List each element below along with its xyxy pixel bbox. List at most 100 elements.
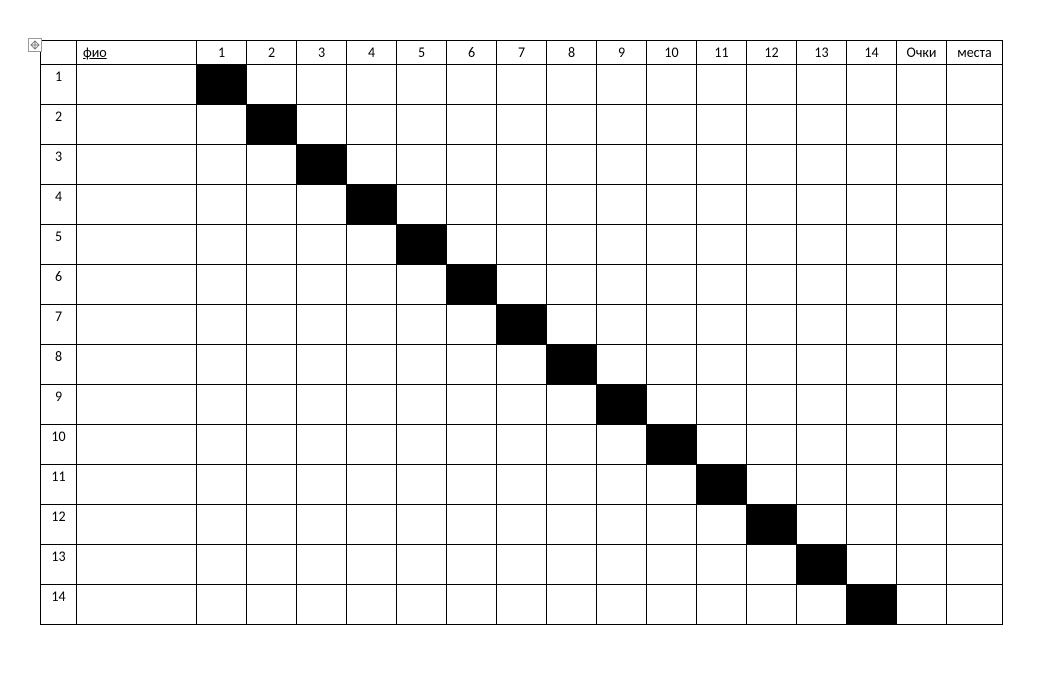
score-cell[interactable] [847, 345, 897, 385]
score-cell[interactable] [797, 425, 847, 465]
name-cell[interactable] [77, 425, 197, 465]
name-cell[interactable] [77, 225, 197, 265]
score-cell[interactable] [397, 425, 447, 465]
score-cell[interactable] [447, 225, 497, 265]
score-cell[interactable] [497, 465, 547, 505]
score-cell[interactable] [797, 185, 847, 225]
name-cell[interactable] [77, 185, 197, 225]
score-cell[interactable] [247, 185, 297, 225]
points-cell[interactable] [897, 145, 947, 185]
score-cell[interactable] [747, 225, 797, 265]
score-cell[interactable] [647, 545, 697, 585]
score-cell[interactable] [297, 225, 347, 265]
score-cell[interactable] [547, 225, 597, 265]
score-cell[interactable] [547, 265, 597, 305]
score-cell[interactable] [647, 505, 697, 545]
score-cell[interactable] [397, 305, 447, 345]
score-cell[interactable] [497, 265, 547, 305]
score-cell[interactable] [347, 265, 397, 305]
score-cell[interactable] [297, 465, 347, 505]
place-cell[interactable] [947, 385, 1003, 425]
score-cell[interactable] [447, 585, 497, 625]
score-cell[interactable] [297, 185, 347, 225]
score-cell[interactable] [647, 185, 697, 225]
points-cell[interactable] [897, 385, 947, 425]
score-cell[interactable] [397, 385, 447, 425]
score-cell[interactable] [697, 385, 747, 425]
place-cell[interactable] [947, 265, 1003, 305]
place-cell[interactable] [947, 345, 1003, 385]
score-cell[interactable] [297, 305, 347, 345]
place-cell[interactable] [947, 305, 1003, 345]
name-cell[interactable] [77, 65, 197, 105]
score-cell[interactable] [447, 385, 497, 425]
score-cell[interactable] [197, 465, 247, 505]
score-cell[interactable] [797, 105, 847, 145]
score-cell[interactable] [197, 105, 247, 145]
score-cell[interactable] [597, 345, 647, 385]
score-cell[interactable] [647, 345, 697, 385]
score-cell[interactable] [747, 425, 797, 465]
score-cell[interactable] [347, 465, 397, 505]
score-cell[interactable] [547, 505, 597, 545]
score-cell[interactable] [847, 105, 897, 145]
score-cell[interactable] [447, 185, 497, 225]
score-cell[interactable] [597, 505, 647, 545]
score-cell[interactable] [197, 185, 247, 225]
score-cell[interactable] [847, 465, 897, 505]
name-cell[interactable] [77, 385, 197, 425]
score-cell[interactable] [497, 345, 547, 385]
score-cell[interactable] [397, 185, 447, 225]
place-cell[interactable] [947, 505, 1003, 545]
score-cell[interactable] [547, 65, 597, 105]
name-cell[interactable] [77, 545, 197, 585]
score-cell[interactable] [847, 425, 897, 465]
place-cell[interactable] [947, 545, 1003, 585]
name-cell[interactable] [77, 305, 197, 345]
score-cell[interactable] [797, 385, 847, 425]
score-cell[interactable] [197, 265, 247, 305]
score-cell[interactable] [247, 305, 297, 345]
score-cell[interactable] [597, 105, 647, 145]
score-cell[interactable] [647, 305, 697, 345]
score-cell[interactable] [447, 505, 497, 545]
score-cell[interactable] [347, 545, 397, 585]
score-cell[interactable] [547, 305, 597, 345]
score-cell[interactable] [197, 585, 247, 625]
points-cell[interactable] [897, 185, 947, 225]
score-cell[interactable] [447, 305, 497, 345]
score-cell[interactable] [197, 425, 247, 465]
table-anchor-icon[interactable] [28, 38, 42, 52]
place-cell[interactable] [947, 65, 1003, 105]
points-cell[interactable] [897, 585, 947, 625]
score-cell[interactable] [747, 105, 797, 145]
score-cell[interactable] [397, 65, 447, 105]
place-cell[interactable] [947, 425, 1003, 465]
score-cell[interactable] [397, 585, 447, 625]
points-cell[interactable] [897, 505, 947, 545]
score-cell[interactable] [497, 385, 547, 425]
score-cell[interactable] [497, 585, 547, 625]
score-cell[interactable] [347, 225, 397, 265]
name-cell[interactable] [77, 145, 197, 185]
score-cell[interactable] [547, 185, 597, 225]
score-cell[interactable] [647, 265, 697, 305]
score-cell[interactable] [197, 385, 247, 425]
score-cell[interactable] [797, 345, 847, 385]
score-cell[interactable] [297, 345, 347, 385]
score-cell[interactable] [747, 65, 797, 105]
points-cell[interactable] [897, 345, 947, 385]
score-cell[interactable] [247, 585, 297, 625]
score-cell[interactable] [197, 545, 247, 585]
name-cell[interactable] [77, 105, 197, 145]
place-cell[interactable] [947, 585, 1003, 625]
score-cell[interactable] [697, 345, 747, 385]
points-cell[interactable] [897, 425, 947, 465]
score-cell[interactable] [497, 545, 547, 585]
score-cell[interactable] [247, 345, 297, 385]
points-cell[interactable] [897, 105, 947, 145]
points-cell[interactable] [897, 265, 947, 305]
score-cell[interactable] [647, 145, 697, 185]
score-cell[interactable] [347, 585, 397, 625]
score-cell[interactable] [247, 225, 297, 265]
